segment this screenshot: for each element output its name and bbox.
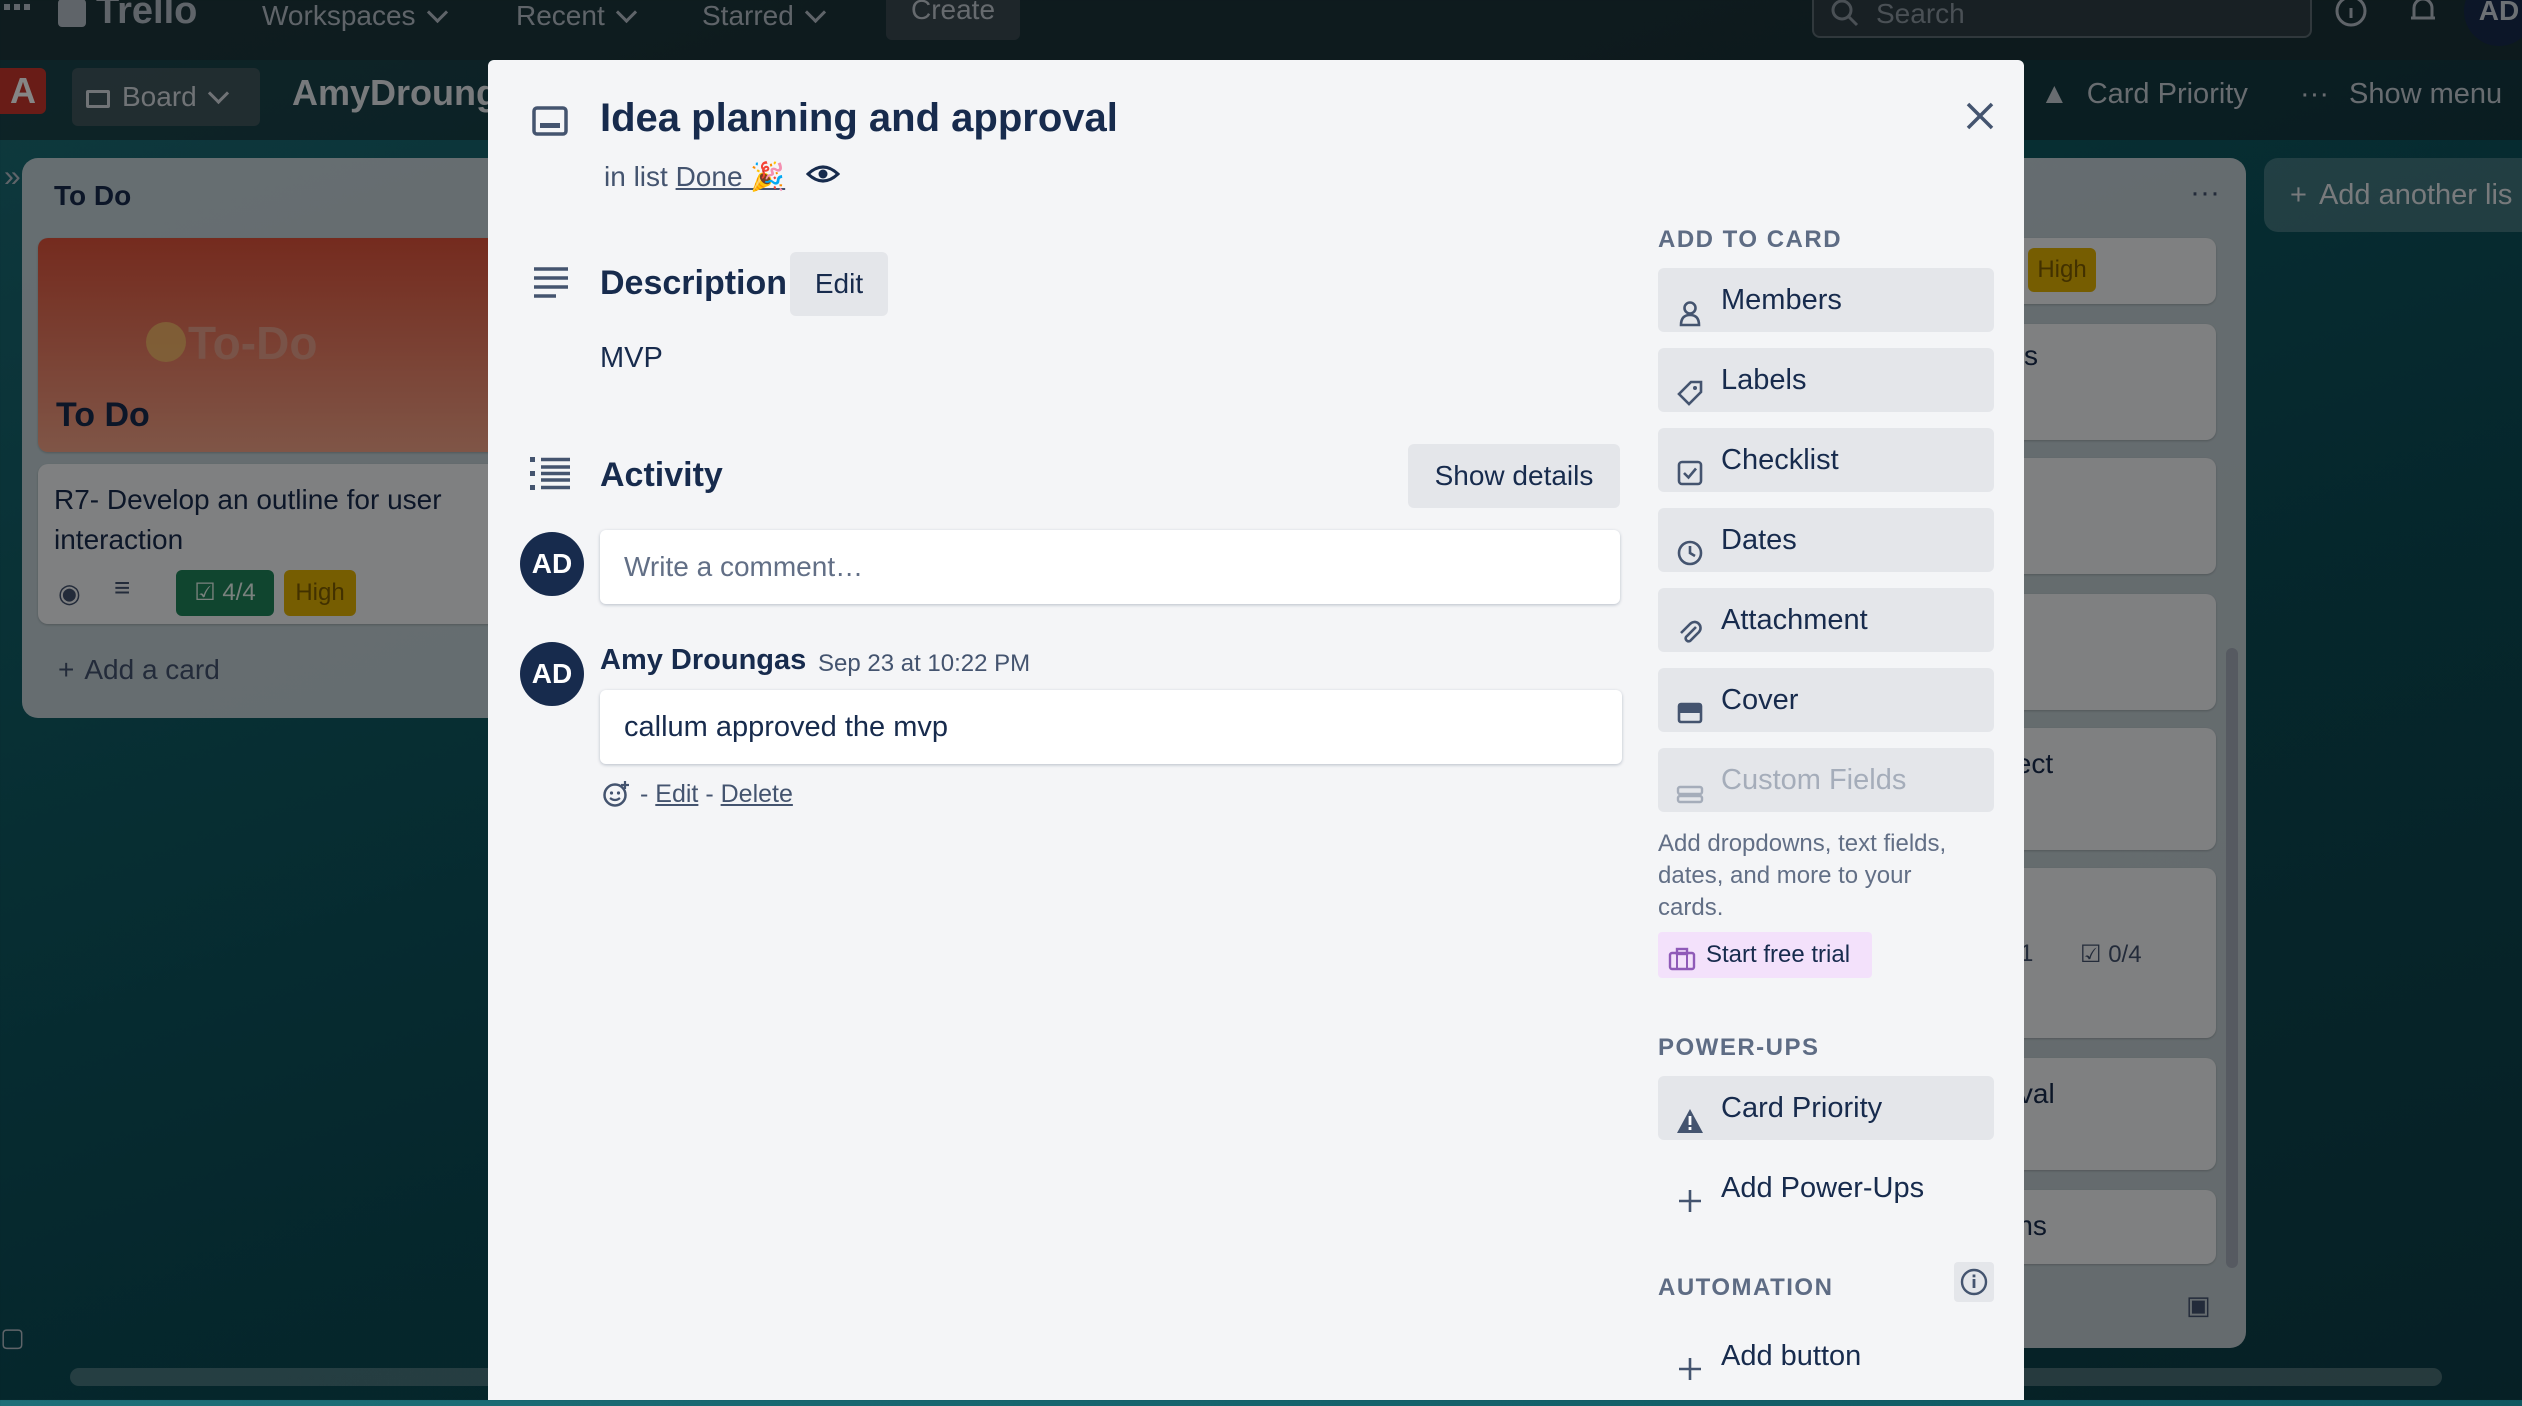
custom-fields-description-line: Add dropdowns, text fields,	[1658, 830, 1947, 857]
activity-heading: Activity	[600, 456, 723, 494]
description-icon	[532, 266, 570, 300]
description-edit-button[interactable]: Edit	[790, 252, 888, 316]
list-location: in list Done 🎉	[604, 160, 785, 193]
cover-label: Cover	[1721, 684, 1799, 716]
card-priority-button[interactable]: Card Priority	[1658, 1076, 1994, 1140]
start-free-trial-label: Start free trial	[1706, 941, 1851, 968]
list-link[interactable]: Done 🎉	[676, 161, 786, 192]
custom-fields-label: Custom Fields	[1721, 764, 1907, 796]
custom-fields-description-line: dates, and more to your	[1658, 862, 1912, 889]
clock-icon	[1676, 526, 1704, 566]
custom-fields-icon	[1676, 766, 1704, 804]
in-list-prefix: in list	[604, 161, 668, 192]
dates-button[interactable]: Dates	[1658, 508, 1994, 572]
close-icon[interactable]	[1958, 94, 2002, 138]
checklist-button[interactable]: Checklist	[1658, 428, 1994, 492]
person-icon	[1676, 286, 1704, 327]
activity-icon	[530, 456, 572, 492]
automation-info-icon[interactable]	[1954, 1262, 1994, 1302]
members-label: Members	[1721, 284, 1842, 316]
custom-fields-button[interactable]: Custom Fields	[1658, 748, 1994, 812]
show-details-button[interactable]: Show details	[1408, 444, 1620, 508]
watch-eye-icon[interactable]	[805, 162, 841, 186]
avatar-initials: AD	[531, 658, 573, 689]
warning-triangle-icon	[1676, 1094, 1704, 1133]
plus-icon	[1676, 1174, 1704, 1212]
add-button-label: Add button	[1721, 1340, 1862, 1372]
tag-icon	[1676, 366, 1704, 406]
avatar-initials: AD	[531, 548, 573, 579]
description-text[interactable]: MVP	[600, 342, 663, 375]
comment-delete-link[interactable]: Delete	[721, 780, 793, 808]
cover-button[interactable]: Cover	[1658, 668, 1994, 732]
description-edit-label: Edit	[814, 268, 864, 299]
comment-input[interactable]: Write a comment…	[600, 530, 1620, 604]
paperclip-icon	[1676, 606, 1704, 643]
plus-icon	[1676, 1342, 1704, 1380]
separator: -	[705, 780, 721, 808]
attachment-label: Attachment	[1721, 604, 1868, 636]
comment-edit-link[interactable]: Edit	[655, 780, 698, 808]
checklist-label: Checklist	[1721, 444, 1839, 476]
automation-heading: AUTOMATION	[1658, 1274, 1834, 1301]
card-cover-icon	[1676, 686, 1704, 724]
comment-text: callum approved the mvp	[624, 711, 948, 743]
card-title[interactable]: Idea planning and approval	[600, 96, 1118, 141]
labels-button[interactable]: Labels	[1658, 348, 1994, 412]
checkbox-icon	[1676, 446, 1704, 486]
add-to-card-heading: ADD TO CARD	[1658, 226, 1843, 253]
trial-briefcase-icon	[1668, 942, 1696, 988]
power-ups-heading: POWER-UPS	[1658, 1034, 1820, 1061]
add-power-ups-button[interactable]: Add Power-Ups	[1658, 1156, 1994, 1220]
start-free-trial-button[interactable]: Start free trial	[1658, 932, 1872, 978]
avatar[interactable]: AD	[520, 532, 584, 596]
separator: -	[640, 780, 656, 808]
comment-timestamp[interactable]: Sep 23 at 10:22 PM	[818, 650, 1030, 678]
show-details-label: Show details	[1434, 460, 1594, 491]
labels-label: Labels	[1721, 364, 1807, 396]
add-reaction-icon[interactable]	[602, 780, 630, 808]
comment-placeholder: Write a comment…	[624, 551, 864, 582]
custom-fields-description: Add dropdowns, text fields, dates, and m…	[1658, 828, 1946, 924]
comment-author-avatar[interactable]: AD	[520, 642, 584, 706]
attachment-button[interactable]: Attachment	[1658, 588, 1994, 652]
card-detail-modal: Idea planning and approval in list Done …	[488, 60, 2024, 1400]
members-button[interactable]: Members	[1658, 268, 1994, 332]
custom-fields-description-line: cards.	[1658, 894, 1724, 921]
comment-body: callum approved the mvp	[600, 690, 1622, 764]
comment-author[interactable]: Amy Droungas	[600, 644, 806, 677]
card-priority-label: Card Priority	[1721, 1092, 1883, 1124]
add-button-button[interactable]: Add button	[1658, 1324, 1994, 1388]
description-heading: Description	[600, 264, 788, 302]
card-icon	[532, 106, 568, 136]
add-power-ups-label: Add Power-Ups	[1721, 1172, 1925, 1204]
dates-label: Dates	[1721, 524, 1797, 556]
comment-actions: - Edit - Delete	[640, 780, 793, 809]
